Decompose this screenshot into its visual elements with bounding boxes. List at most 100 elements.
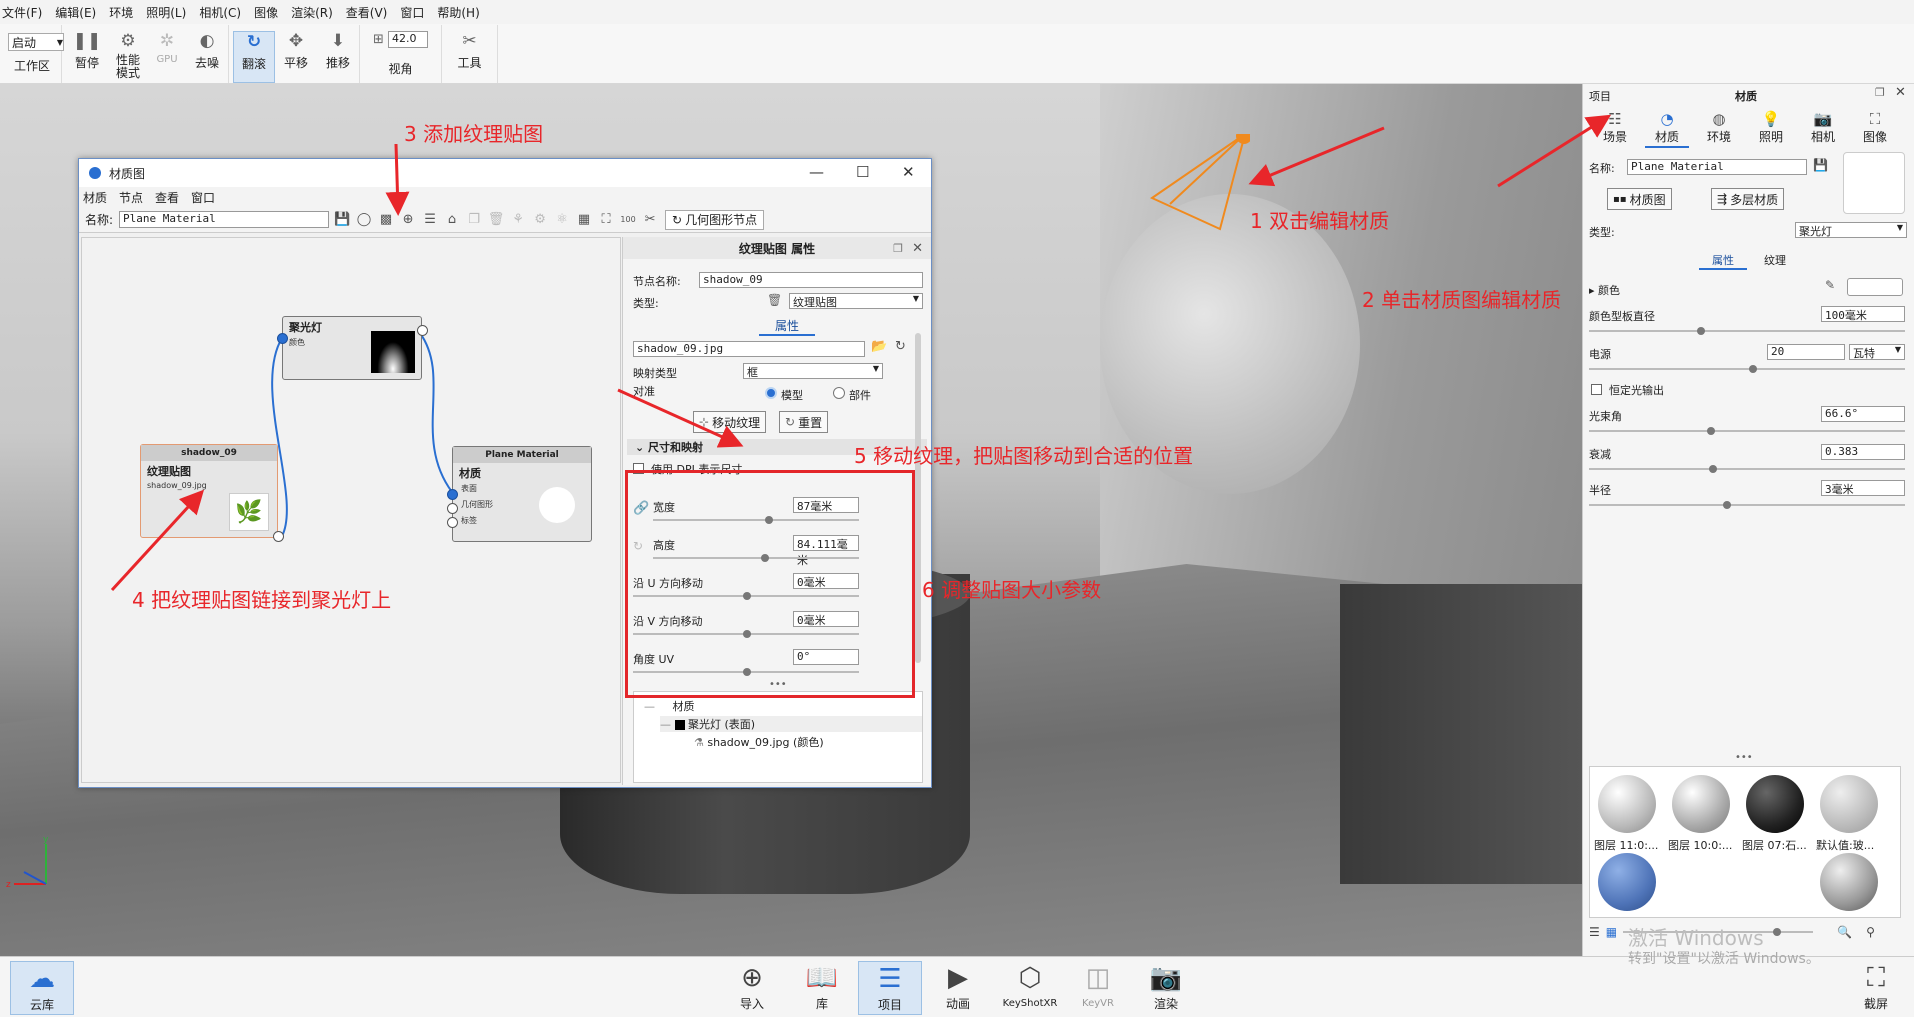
close-icon[interactable]: ✕ [902,163,915,181]
power-input[interactable]: 20 [1767,344,1845,360]
filter-icon[interactable]: ⚲ [1866,925,1875,939]
swatch-diameter-slider[interactable] [1589,327,1905,335]
node-c-icon[interactable]: ⚛ [553,211,571,229]
tab-material[interactable]: ◔ 材质 [1645,110,1689,148]
project-button[interactable]: ☰ 项目 [858,961,922,1015]
node-name-input[interactable]: shadow_09 [699,272,923,288]
pan-button[interactable]: ✥ 平移 [275,31,317,83]
screenshot-button[interactable]: ⛶ 截屏 [1846,961,1906,1012]
import-button[interactable]: ⊕ 导入 [722,961,782,1012]
minimize-icon[interactable]: — [809,163,824,181]
tree-leaf[interactable]: ⚗ shadow_09.jpg (颜色) [694,734,824,750]
menu-lighting[interactable]: 照明(L) [146,4,186,21]
grid-view-icon[interactable]: ▦ [1606,925,1617,939]
dolly-button[interactable]: ⬇ 推移 [317,31,359,83]
tree-child[interactable]: — 聚光灯 (表面) [660,716,922,732]
library-swatch-2[interactable] [1672,775,1730,833]
menu-camera[interactable]: 相机(C) [199,4,241,21]
library-swatch-6[interactable] [1820,853,1878,911]
delete-icon[interactable]: 🗑 [487,211,505,229]
library-swatch-5[interactable] [1598,853,1656,911]
material-graph-button[interactable]: ▪▪ 材质图 [1607,188,1672,210]
library-swatch-1[interactable] [1598,775,1656,833]
save-icon[interactable]: 💾 [333,211,351,229]
radius-slider[interactable] [1589,501,1905,509]
fov-input[interactable]: 42.0 [387,31,428,48]
tools-button[interactable]: ✂ 工具 [449,31,491,83]
menu-window[interactable]: 窗口 [400,4,424,21]
mw-menu-node[interactable]: 节点 [119,189,143,206]
fit-icon[interactable]: ⛶ [597,211,615,229]
falloff-slider[interactable] [1589,465,1905,473]
label-icon[interactable]: ⌂ [443,211,461,229]
copy-icon[interactable]: ❐ [465,211,483,229]
falloff-input[interactable]: 0.383 [1821,444,1905,460]
animation-button[interactable]: ▶ 动画 [928,961,988,1012]
library-splitter[interactable]: ••• [1735,752,1753,763]
type-select[interactable]: 纹理贴图 ▼ [789,293,923,309]
radius-slider-knob[interactable] [1723,501,1731,509]
tab-camera[interactable]: 📷 相机 [1801,110,1845,145]
subtab-properties[interactable]: 属性 [1699,252,1747,270]
reset-button[interactable]: ↻ 重置 [779,411,829,433]
library-swatch-4[interactable] [1820,775,1878,833]
menu-file[interactable]: 文件(F) [2,4,42,21]
cloud-library-button[interactable]: ☁ 云库 [10,961,74,1015]
plane-material-node[interactable]: Plane Material 材质 表面 几何图形 标签 [447,446,592,542]
falloff-slider-knob[interactable] [1709,465,1717,473]
props-scrollbar[interactable] [915,333,921,663]
constant-output-checkbox[interactable] [1591,384,1602,395]
menu-image[interactable]: 图像 [254,4,278,21]
tree-root[interactable]: — 材质 [644,698,694,714]
tab-scene[interactable]: ☷ 场景 [1593,110,1637,145]
pause-button[interactable]: ❚❚ 暂停 [66,31,108,83]
texture-file-input[interactable]: shadow_09.jpg [633,341,865,357]
zoom-icon[interactable]: 🔍 [1837,925,1852,939]
mapping-type-select[interactable]: 框 ▼ [743,363,883,379]
spotlight-output-port[interactable] [417,325,428,336]
menu-edit[interactable]: 编辑(E) [55,4,96,21]
list-view-icon[interactable]: ☰ [1589,925,1600,939]
beam-angle-slider[interactable] [1589,427,1905,435]
texture-output-port[interactable] [273,531,284,542]
float-icon[interactable]: ❐ [893,242,903,255]
surface-port[interactable] [447,489,458,500]
add-texture-icon[interactable]: ▩ [377,211,395,229]
power-unit-select[interactable]: 瓦特 ▼ [1849,344,1905,360]
align-model-radio[interactable] [765,387,777,399]
tab-image[interactable]: ⛶ 图像 [1853,110,1897,145]
mw-menu-view[interactable]: 查看 [155,189,179,206]
float-icon[interactable]: ❐ [1875,86,1885,99]
material-node-icon[interactable]: ◯ [355,211,373,229]
tumble-button[interactable]: ↻ 翻滚 [233,31,275,83]
color-swatch[interactable] [1847,278,1903,296]
library-swatch-3[interactable] [1746,775,1804,833]
tab-lighting[interactable]: 💡 照明 [1749,110,1793,145]
adjust-icon[interactable]: ☰ [421,211,439,229]
folder-icon[interactable]: 📂 [871,339,887,354]
zoom-100-icon[interactable]: 100 [619,211,637,229]
library-button[interactable]: 📖 库 [792,961,852,1012]
align-part-radio[interactable] [833,387,845,399]
power-slider[interactable] [1589,365,1905,373]
close-icon[interactable]: ✕ [912,241,923,256]
spotlight-node[interactable]: 聚光灯 颜色 [277,316,428,380]
props-tab-attributes[interactable]: 属性 [759,317,815,336]
eyedropper-icon[interactable]: ✎ [1825,278,1835,292]
workspace-select[interactable]: 启动 ▼ [8,33,64,51]
tab-environment[interactable]: ◍ 环境 [1697,110,1741,145]
beam-slider-knob[interactable] [1707,427,1715,435]
mw-menu-material[interactable]: 材质 [83,189,107,206]
subtab-texture[interactable]: 纹理 [1751,252,1799,268]
rp-name-input[interactable]: Plane Material [1627,159,1807,175]
keyshotxr-button[interactable]: ⬡ KeyShotXR [998,961,1062,1009]
multilayer-material-button[interactable]: ⇶ 多层材质 [1711,188,1785,210]
color-label[interactable]: ▸ 颜色 [1589,282,1620,298]
render-button[interactable]: 📷 渲染 [1136,961,1196,1012]
label-port[interactable] [447,517,458,528]
geometry-port[interactable] [447,503,458,514]
geometry-node-button[interactable]: ↻ 几何图形节点 [665,209,765,230]
gpu-button[interactable]: ✲ GPU [148,31,186,83]
menu-environment[interactable]: 环境 [109,4,133,21]
beam-angle-input[interactable]: 66.6° [1821,406,1905,422]
